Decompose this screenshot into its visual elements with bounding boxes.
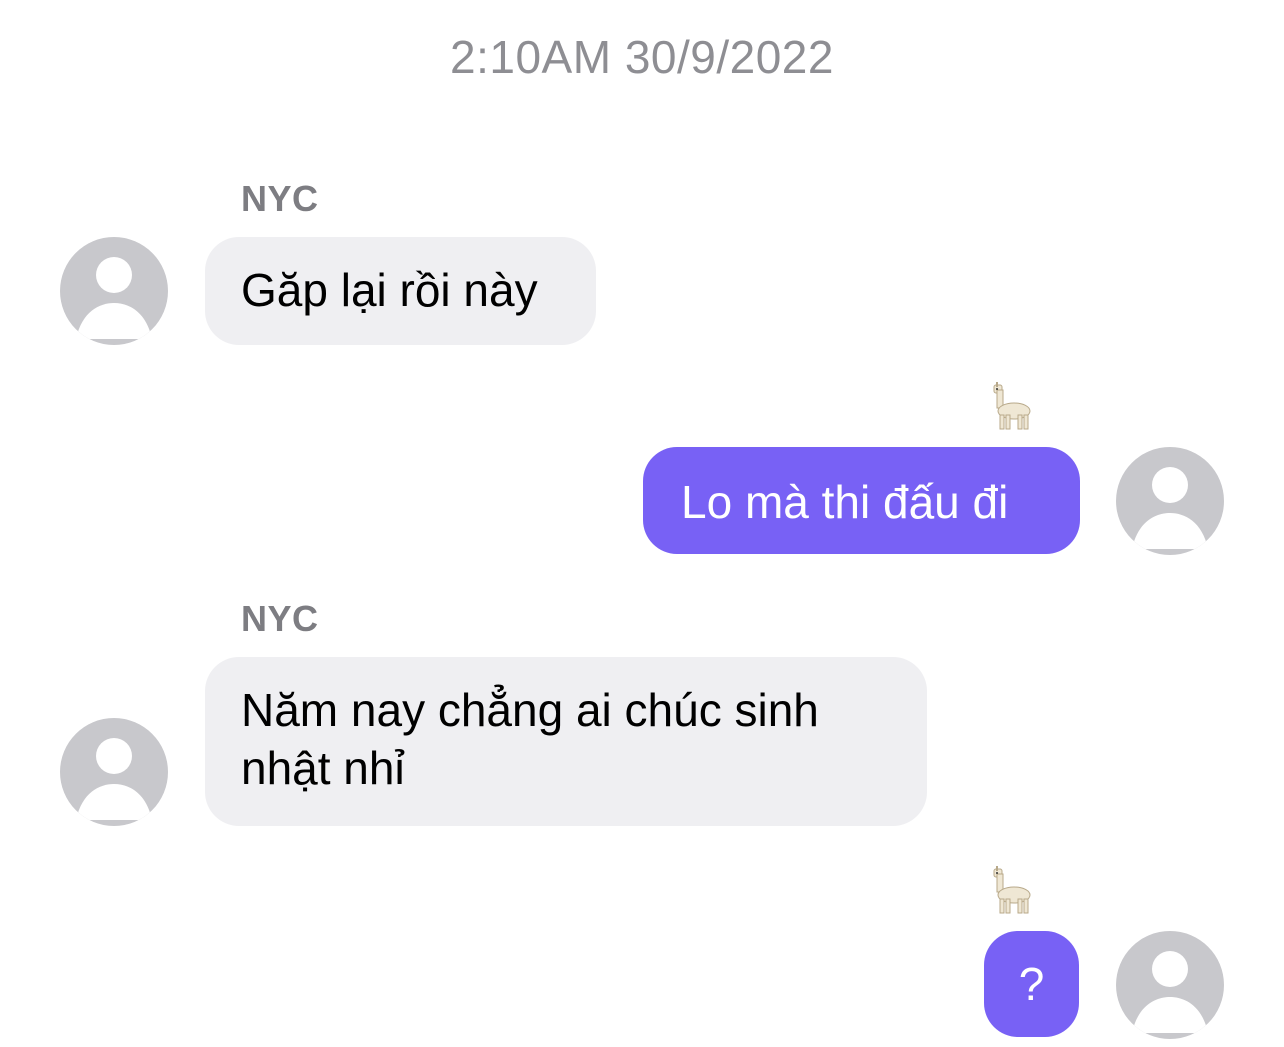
message-bubble-received[interactable]: Găp lại rồi này: [205, 237, 596, 345]
conversation-timestamp: 2:10AM 30/9/2022: [450, 31, 834, 83]
avatar[interactable]: [1116, 447, 1224, 555]
avatar[interactable]: [60, 718, 168, 826]
message-bubble-received[interactable]: Năm nay chẳng ai chúc sinh nhật nhỉ: [205, 657, 927, 826]
llama-reaction-icon: [988, 865, 1036, 917]
user-silhouette-icon: [76, 257, 152, 339]
user-silhouette-icon: [1132, 951, 1208, 1033]
sender-name: NYC: [241, 178, 319, 219]
message-bubble-sent[interactable]: ?: [984, 931, 1079, 1037]
avatar[interactable]: [1116, 931, 1224, 1039]
llama-reaction-icon: [988, 381, 1036, 433]
user-silhouette-icon: [76, 738, 152, 820]
sender-name: NYC: [241, 598, 319, 639]
message-bubble-sent[interactable]: Lo mà thi đấu đi: [643, 447, 1080, 554]
avatar[interactable]: [60, 237, 168, 345]
user-silhouette-icon: [1132, 467, 1208, 549]
